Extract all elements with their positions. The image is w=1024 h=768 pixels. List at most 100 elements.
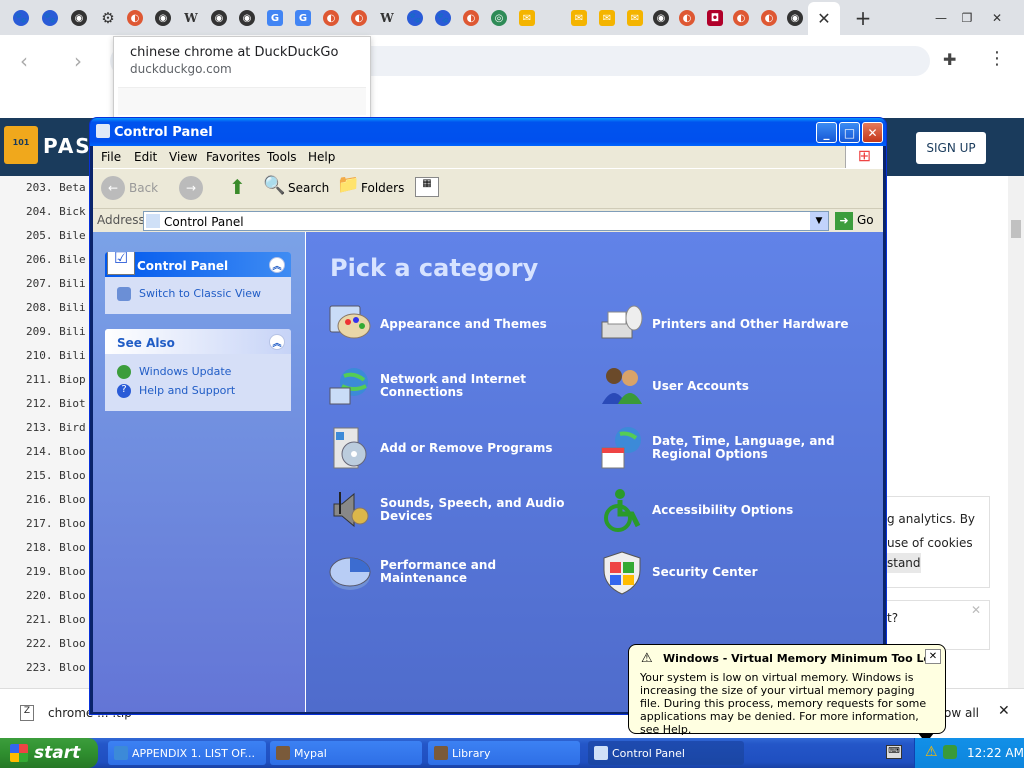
- tab-app-icon[interactable]: ◘: [702, 6, 728, 30]
- tab-site-icon[interactable]: ◎: [486, 6, 512, 30]
- tab-paw-icon[interactable]: 🐾: [8, 6, 34, 30]
- tab-globe-icon[interactable]: ◉: [648, 6, 674, 30]
- browser-restore-icon[interactable]: ❐: [954, 6, 980, 30]
- browser-close-icon[interactable]: ✕: [984, 6, 1010, 30]
- balloon-close-icon[interactable]: ✕: [925, 649, 941, 664]
- search-icon[interactable]: 🔍: [263, 175, 285, 196]
- close-button[interactable]: ✕: [862, 122, 883, 143]
- tab-duckduckgo-icon[interactable]: ◐: [674, 6, 700, 30]
- tab-duckduckgo-icon[interactable]: ◐: [318, 6, 344, 30]
- security-shield-icon: [603, 551, 641, 595]
- windows-update-link[interactable]: Windows Update: [105, 362, 291, 381]
- tab-wikipedia-icon[interactable]: W: [178, 6, 204, 30]
- window-title-bar[interactable]: Control Panel _ □ ✕: [90, 118, 886, 146]
- extensions-icon[interactable]: ✚: [943, 50, 956, 69]
- balloon-message[interactable]: Your system is low on virtual memory. Wi…: [640, 671, 938, 736]
- back-button-label[interactable]: Back: [129, 181, 158, 195]
- menu-favorites[interactable]: Favorites: [206, 150, 260, 164]
- category-network[interactable]: Network and Internet Connections: [326, 362, 586, 410]
- show-all-link[interactable]: ow all: [944, 706, 979, 720]
- start-button[interactable]: start: [0, 738, 98, 768]
- menu-tools[interactable]: Tools: [267, 150, 297, 164]
- tab-globe-icon[interactable]: ◉: [234, 6, 260, 30]
- category-printers[interactable]: Printers and Other Hardware: [598, 300, 878, 348]
- new-tab-icon[interactable]: +: [850, 6, 876, 30]
- keyboard-icon[interactable]: ⌨: [886, 745, 902, 759]
- tab-duckduckgo-icon[interactable]: ◐: [756, 6, 782, 30]
- cookie-accept-button[interactable]: stand: [887, 553, 921, 573]
- help-close-icon[interactable]: ✕: [971, 603, 981, 617]
- menu-edit[interactable]: Edit: [134, 150, 157, 164]
- menu-view[interactable]: View: [169, 150, 197, 164]
- maximize-button[interactable]: □: [839, 122, 860, 143]
- tab-chat-icon[interactable]: ✉: [594, 6, 620, 30]
- forward-icon[interactable]: →: [179, 176, 203, 200]
- address-dropdown-icon[interactable]: ▼: [810, 212, 828, 230]
- category-date-time-language[interactable]: Date, Time, Language, and Regional Optio…: [598, 424, 878, 472]
- category-user-accounts[interactable]: User Accounts: [598, 362, 878, 410]
- tab-paw-icon[interactable]: 🐾: [37, 6, 63, 30]
- category-sounds[interactable]: Sounds, Speech, and Audio Devices: [326, 486, 586, 534]
- tab-paw-icon[interactable]: 🐾: [402, 6, 428, 30]
- tab-globe-icon[interactable]: ◉: [66, 6, 92, 30]
- tray-network-icon[interactable]: [943, 745, 957, 759]
- tab-wikipedia-icon[interactable]: W: [374, 6, 400, 30]
- tab-chat-icon[interactable]: ✉: [622, 6, 648, 30]
- tab-chat-icon[interactable]: ✉: [514, 6, 540, 30]
- tab-globe-icon[interactable]: ◉: [206, 6, 232, 30]
- task-box-header[interactable]: ☑ Control Panel ︽: [105, 252, 291, 277]
- go-button[interactable]: Go: [857, 213, 874, 227]
- tab-duckduckgo-icon[interactable]: ◐: [728, 6, 754, 30]
- scrollbar-thumb[interactable]: [1011, 220, 1021, 238]
- switch-classic-view-link[interactable]: Switch to Classic View: [105, 277, 291, 303]
- taskbar-item-mypal[interactable]: Mypal: [270, 741, 422, 765]
- tab-duckduckgo-icon[interactable]: ◐: [458, 6, 484, 30]
- menu-kebab-icon[interactable]: ⋮: [988, 48, 1006, 69]
- collapse-chevron-icon[interactable]: ︽: [269, 334, 285, 350]
- menu-file[interactable]: File: [101, 150, 121, 164]
- page-scrollbar[interactable]: [1008, 176, 1024, 688]
- category-security-center[interactable]: Security Center: [598, 548, 878, 596]
- tab-translate-icon[interactable]: G: [262, 6, 288, 30]
- tab-globe-icon[interactable]: ◉: [782, 6, 808, 30]
- taskbar-item-control-panel[interactable]: Control Panel: [588, 741, 744, 765]
- views-icon[interactable]: ▦: [415, 177, 439, 197]
- category-appearance[interactable]: Appearance and Themes: [326, 300, 586, 348]
- category-add-remove-programs[interactable]: Add or Remove Programs: [326, 424, 586, 472]
- tab-close-icon[interactable]: ✕: [808, 2, 840, 35]
- download-bar-close-icon[interactable]: ✕: [998, 703, 1010, 719]
- list-item: 220. Bloo: [26, 589, 86, 602]
- see-also-header[interactable]: See Also ︽: [105, 329, 291, 354]
- help-and-support-link[interactable]: ? Help and Support: [105, 381, 291, 400]
- back-arrow-icon[interactable]: ‹: [20, 49, 28, 73]
- address-value: Control Panel: [164, 215, 244, 229]
- collapse-chevron-icon[interactable]: ︽: [269, 257, 285, 273]
- tab-gear-icon[interactable]: ⚙: [95, 6, 121, 30]
- back-icon[interactable]: ←: [101, 176, 125, 200]
- folders-button[interactable]: Folders: [361, 181, 404, 195]
- tab-globe-icon[interactable]: ◉: [150, 6, 176, 30]
- minimize-button[interactable]: _: [816, 122, 837, 143]
- folders-icon[interactable]: 📁: [337, 174, 359, 195]
- tab-translate-icon[interactable]: G: [290, 6, 316, 30]
- printer-icon: [601, 305, 643, 339]
- go-arrow-icon[interactable]: ➜: [835, 212, 853, 230]
- category-performance[interactable]: Performance and Maintenance: [326, 548, 586, 596]
- browser-minimize-icon[interactable]: —: [928, 6, 954, 30]
- menu-help[interactable]: Help: [308, 150, 335, 164]
- address-field[interactable]: Control Panel ▼: [143, 211, 829, 231]
- tab-chat-icon[interactable]: ✉: [566, 6, 592, 30]
- taskbar-item-appendix[interactable]: APPENDIX 1. LIST OF...: [108, 741, 266, 765]
- tray-warning-icon[interactable]: ⚠: [925, 744, 938, 760]
- tab-duckduckgo-icon[interactable]: ◐: [346, 6, 372, 30]
- sign-up-button[interactable]: SIGN UP: [916, 132, 986, 164]
- up-folder-icon[interactable]: ⬆: [229, 175, 246, 199]
- tab-duckduckgo-icon[interactable]: ◐: [122, 6, 148, 30]
- category-accessibility[interactable]: Accessibility Options: [598, 486, 878, 534]
- page-heading: Pick a category: [330, 254, 539, 282]
- search-button[interactable]: Search: [288, 181, 329, 195]
- forward-arrow-icon[interactable]: ›: [74, 49, 82, 73]
- tab-paw-icon[interactable]: 🐾: [430, 6, 456, 30]
- clock[interactable]: 12:22 AM: [967, 746, 1024, 760]
- taskbar-item-library[interactable]: Library: [428, 741, 580, 765]
